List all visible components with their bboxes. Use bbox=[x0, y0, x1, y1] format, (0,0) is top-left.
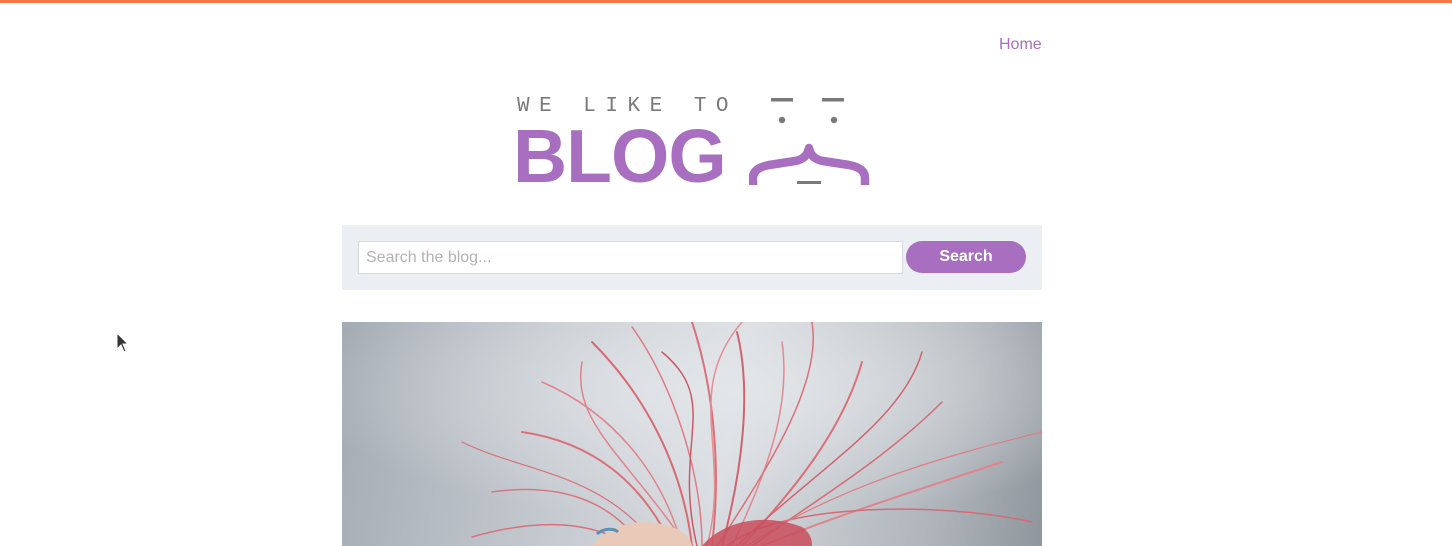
search-button[interactable]: Search bbox=[906, 241, 1026, 273]
top-accent-bar bbox=[0, 0, 1452, 3]
nav-link-home[interactable]: Home bbox=[999, 36, 1042, 54]
site-logo[interactable]: WE LIKE TO BLOG bbox=[513, 92, 873, 198]
search-input[interactable] bbox=[358, 241, 903, 274]
hero-image bbox=[342, 322, 1042, 546]
hero-hair-illustration bbox=[342, 322, 1042, 546]
mouse-cursor-icon bbox=[116, 332, 130, 353]
logo-wordmark: BLOG bbox=[513, 114, 727, 198]
search-panel: Search bbox=[342, 225, 1042, 290]
logo-face-icon bbox=[749, 98, 870, 185]
